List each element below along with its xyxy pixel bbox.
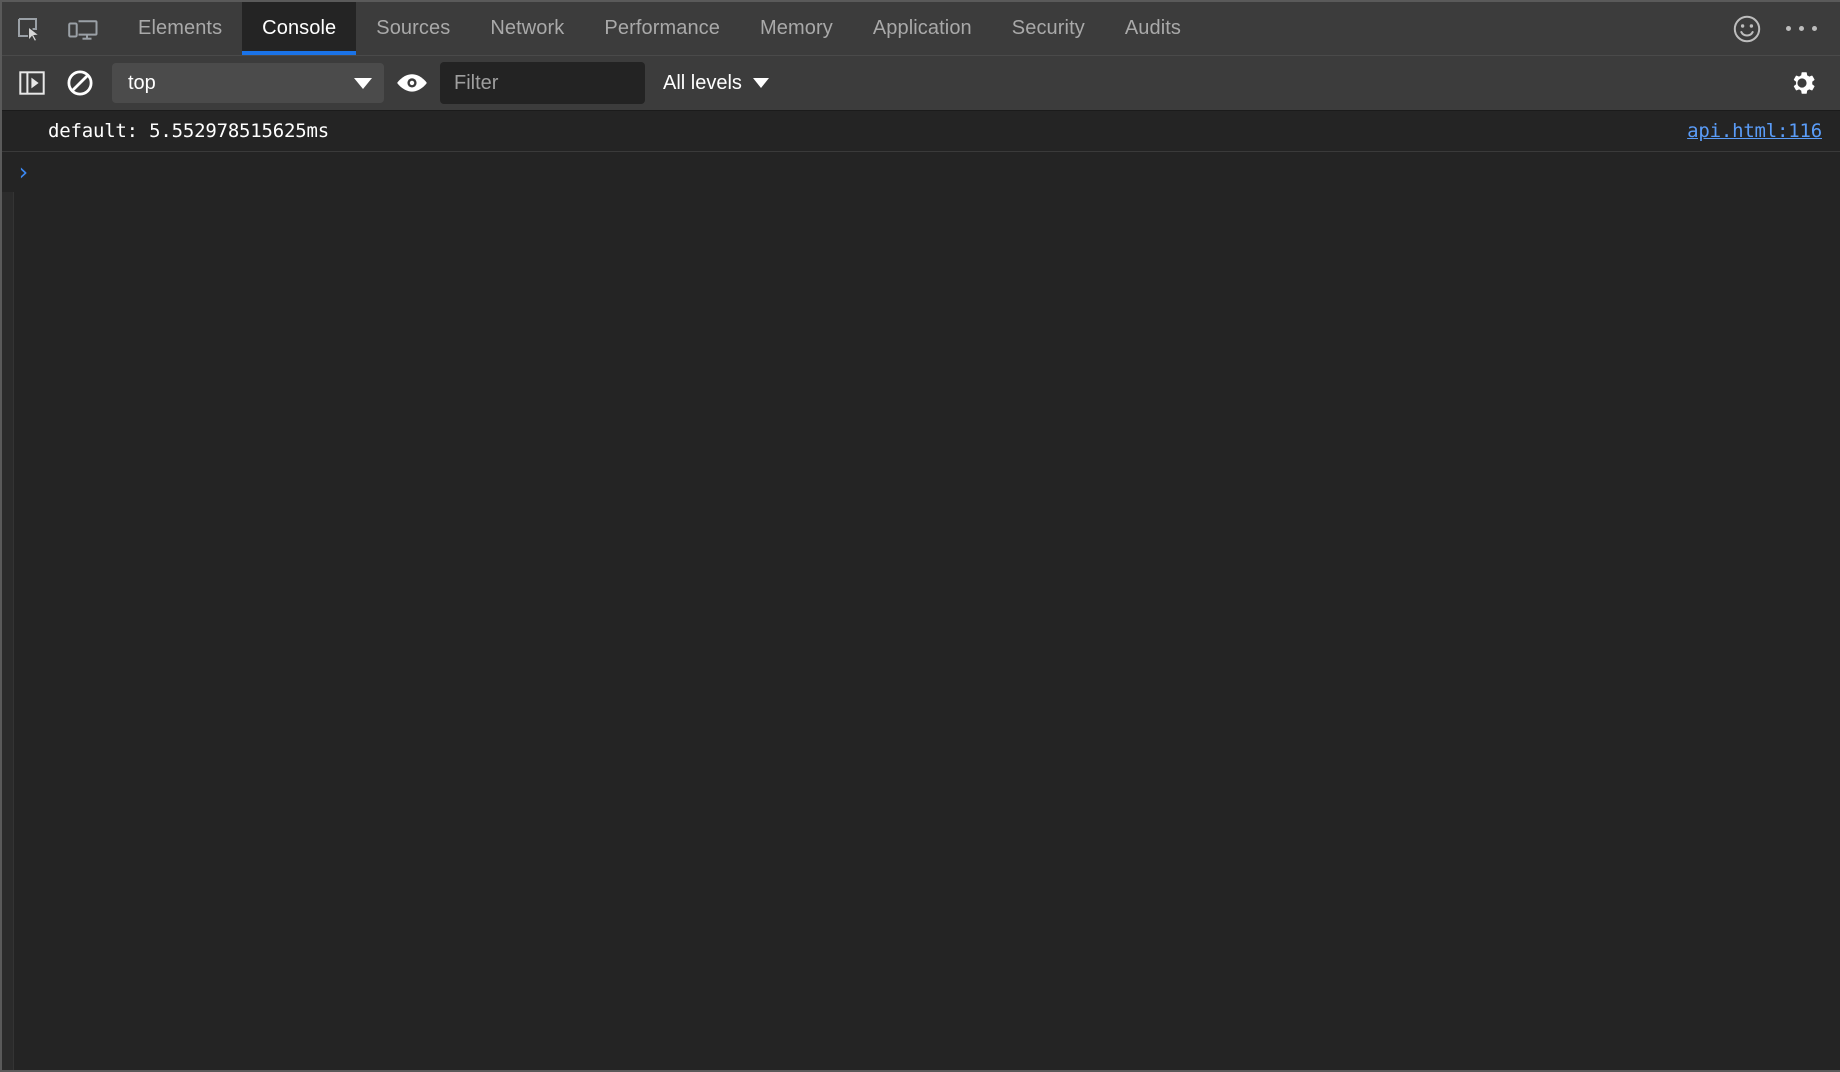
console-message-row[interactable]: default: 5.552978515625ms api.html:116	[2, 111, 1840, 152]
console-toolbar: top All levels	[2, 55, 1840, 111]
more-options-dots	[1785, 26, 1817, 31]
tab-label: Application	[872, 17, 972, 39]
tab-label: Sources	[376, 17, 451, 39]
clear-console-icon[interactable]	[56, 59, 104, 107]
execution-context-value: top	[128, 71, 156, 94]
show-console-sidebar-icon[interactable]	[8, 59, 56, 107]
console-message-text: default: 5.552978515625ms	[48, 120, 329, 142]
devtools-window: Elements Console Sources Network Perform…	[0, 0, 1840, 1072]
tab-memory[interactable]: Memory	[740, 2, 853, 55]
prompt-caret-icon: ›	[16, 158, 31, 186]
tab-label: Elements	[138, 17, 223, 39]
console-message-area[interactable]: default: 5.552978515625ms api.html:116 ›	[2, 111, 1840, 1070]
log-levels-label: All levels	[663, 71, 742, 94]
console-message-source-link[interactable]: api.html:116	[1687, 120, 1822, 142]
tab-label: Security	[1011, 17, 1085, 39]
tab-performance[interactable]: Performance	[584, 2, 740, 55]
log-levels-select[interactable]: All levels	[663, 72, 769, 95]
execution-context-select[interactable]: top	[112, 63, 384, 103]
tab-audits[interactable]: Audits	[1105, 2, 1201, 55]
chevron-down-icon	[752, 78, 769, 88]
smiley-face-icon[interactable]	[1720, 2, 1774, 55]
chevron-down-icon	[354, 77, 372, 89]
tab-label: Console	[262, 17, 337, 39]
tab-label: Performance	[604, 17, 720, 39]
more-options-icon[interactable]	[1774, 2, 1828, 55]
tabbar-right-tools	[1720, 2, 1840, 55]
eye-icon[interactable]	[384, 59, 440, 107]
panel-tabs: Elements Console Sources Network Perform…	[118, 2, 1201, 55]
tab-label: Audits	[1124, 17, 1182, 39]
console-toolbar-right	[1778, 59, 1840, 107]
devtools-tabbar: Elements Console Sources Network Perform…	[2, 2, 1840, 55]
tab-console[interactable]: Console	[242, 2, 357, 55]
console-prompt-row[interactable]: ›	[2, 152, 1840, 192]
device-toolbar-icon[interactable]	[56, 2, 110, 55]
tab-application[interactable]: Application	[853, 2, 992, 55]
gear-icon[interactable]	[1778, 59, 1826, 107]
tabbar-left-tools	[2, 2, 110, 55]
tab-security[interactable]: Security	[992, 2, 1105, 55]
inspect-element-icon[interactable]	[2, 2, 56, 55]
tab-network[interactable]: Network	[470, 2, 584, 55]
tab-label: Network	[490, 17, 565, 39]
filter-input[interactable]	[440, 62, 645, 104]
tab-elements[interactable]: Elements	[118, 2, 242, 55]
console-gutter	[2, 111, 14, 1070]
console-prompt-input[interactable]	[30, 152, 1840, 192]
tab-sources[interactable]: Sources	[356, 2, 470, 55]
tab-label: Memory	[760, 17, 833, 39]
